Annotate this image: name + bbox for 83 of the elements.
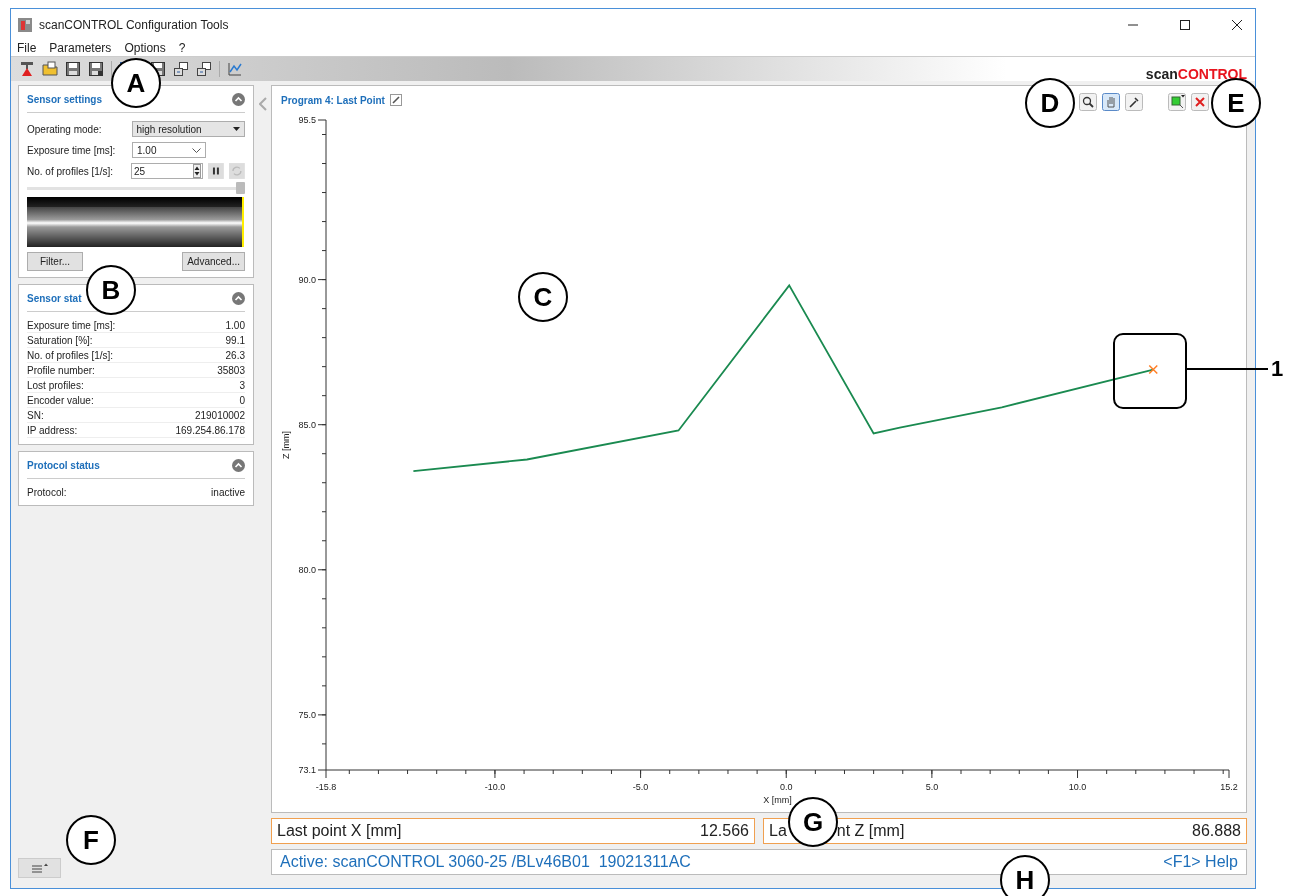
status-label: No. of profiles [1/s]:: [27, 349, 114, 361]
save-icon[interactable]: [88, 61, 104, 77]
laser-icon[interactable]: [19, 61, 35, 77]
maximize-icon[interactable]: [1179, 18, 1191, 31]
panel-title: Protocol status: [27, 459, 100, 471]
status-value: inactive: [211, 486, 245, 498]
status-label: Profile number:: [27, 364, 95, 376]
delete-icon[interactable]: [1191, 93, 1209, 111]
status-label: Protocol:: [27, 486, 67, 498]
menu-item[interactable]: ?: [178, 41, 186, 55]
x-tick-label: -15.8: [315, 782, 337, 792]
window-title: scanCONTROL Configuration Tools: [39, 17, 229, 32]
readout-label: Last point X [mm]: [277, 822, 402, 840]
status-label: Lost profiles:: [27, 379, 84, 391]
field-label: No. of profiles [1/s]:: [27, 165, 115, 177]
pipette-icon[interactable]: [1125, 93, 1143, 111]
status-value: 219010002: [194, 409, 245, 421]
status-value: 99.1: [225, 334, 245, 346]
hand-icon[interactable]: [1102, 93, 1120, 111]
operating-mode-dropdown[interactable]: high resolution: [131, 121, 245, 137]
profiles-spinbox[interactable]: 25: [131, 163, 204, 179]
panel-title: Sensor stat: [27, 292, 82, 304]
status-value: 3: [239, 379, 245, 391]
chevron-down-icon: [192, 147, 201, 153]
status-label: Encoder value:: [27, 394, 94, 406]
program-title: Program 4: Last Point: [281, 94, 385, 106]
status-value: 26.3: [225, 349, 245, 361]
edit-icon[interactable]: [389, 94, 402, 106]
status-label: Saturation [%]:: [27, 334, 93, 346]
status-value: 0: [239, 394, 245, 406]
x-tick-label: 5.0: [925, 782, 939, 792]
menu-item[interactable]: File: [17, 41, 37, 55]
y-tick-label: 75.0: [298, 709, 316, 720]
y-axis-label: Z [mm]: [281, 431, 291, 459]
readout-value: 86.888: [1192, 822, 1241, 840]
readout-label: La: [769, 822, 787, 840]
fit-view-icon[interactable]: [1168, 93, 1186, 111]
folder-icon[interactable]: [42, 61, 58, 77]
y-tick-label: 95.5: [298, 115, 316, 125]
save-icon[interactable]: [65, 61, 81, 77]
collapse-icon[interactable]: [232, 92, 245, 106]
callout-number: 1: [1271, 356, 1284, 382]
status-label: IP address:: [27, 424, 78, 436]
y-tick-label: 80.0: [298, 564, 316, 575]
export-icon[interactable]: [196, 61, 212, 77]
status-value: 169.254.86.178: [175, 424, 245, 436]
x-tick-label: -10.0: [484, 782, 506, 792]
pause-icon[interactable]: [208, 163, 225, 179]
status-label: SN:: [27, 409, 44, 421]
search-icon[interactable]: [1079, 93, 1097, 111]
collapse-icon[interactable]: [232, 458, 245, 472]
readout-label: nt Z [mm]: [836, 822, 905, 840]
point-marker: [1148, 364, 1158, 375]
x-tick-label: 10.0: [1068, 782, 1087, 792]
panel-title: Sensor settings: [27, 93, 103, 105]
y-tick-label: 90.0: [298, 274, 316, 285]
field-label: Exposure time [ms]:: [27, 144, 117, 156]
collapse-icon[interactable]: [232, 291, 245, 305]
status-label: Exposure time [ms]:: [27, 319, 116, 331]
close-icon[interactable]: [1231, 18, 1243, 31]
spin-arrows-icon[interactable]: [193, 164, 202, 178]
y-tick-label: 85.0: [298, 419, 316, 430]
x-tick-label: -5.0: [632, 782, 649, 792]
menu-item[interactable]: Options: [124, 41, 166, 55]
chart-icon[interactable]: [227, 61, 243, 77]
status-value: 35803: [217, 364, 245, 376]
filter-button[interactable]: Filter...: [27, 252, 83, 271]
caret-icon: [233, 127, 240, 131]
menu-icon: [29, 863, 50, 873]
app-icon: [17, 16, 33, 33]
advanced-button[interactable]: Advanced...: [182, 252, 245, 271]
x-tick-label: 0.0: [780, 782, 793, 792]
export-icon[interactable]: [173, 61, 189, 77]
readout-value: 12.566: [700, 822, 749, 840]
slider-thumb[interactable]: [236, 182, 245, 194]
help-link[interactable]: <F1> Help: [1163, 853, 1238, 871]
exposure-time-combo[interactable]: 1.00: [132, 142, 206, 158]
y-tick-label: 73.1: [298, 765, 316, 775]
status-value: 1.00: [225, 319, 245, 331]
field-label: Operating mode:: [27, 123, 103, 135]
x-tick-label: 15.2: [1220, 782, 1238, 792]
status-text: Active: scanCONTROL 3060-25 /BLv46B01 19021311AC: [280, 853, 691, 871]
menu-item[interactable]: Parameters: [49, 41, 112, 55]
